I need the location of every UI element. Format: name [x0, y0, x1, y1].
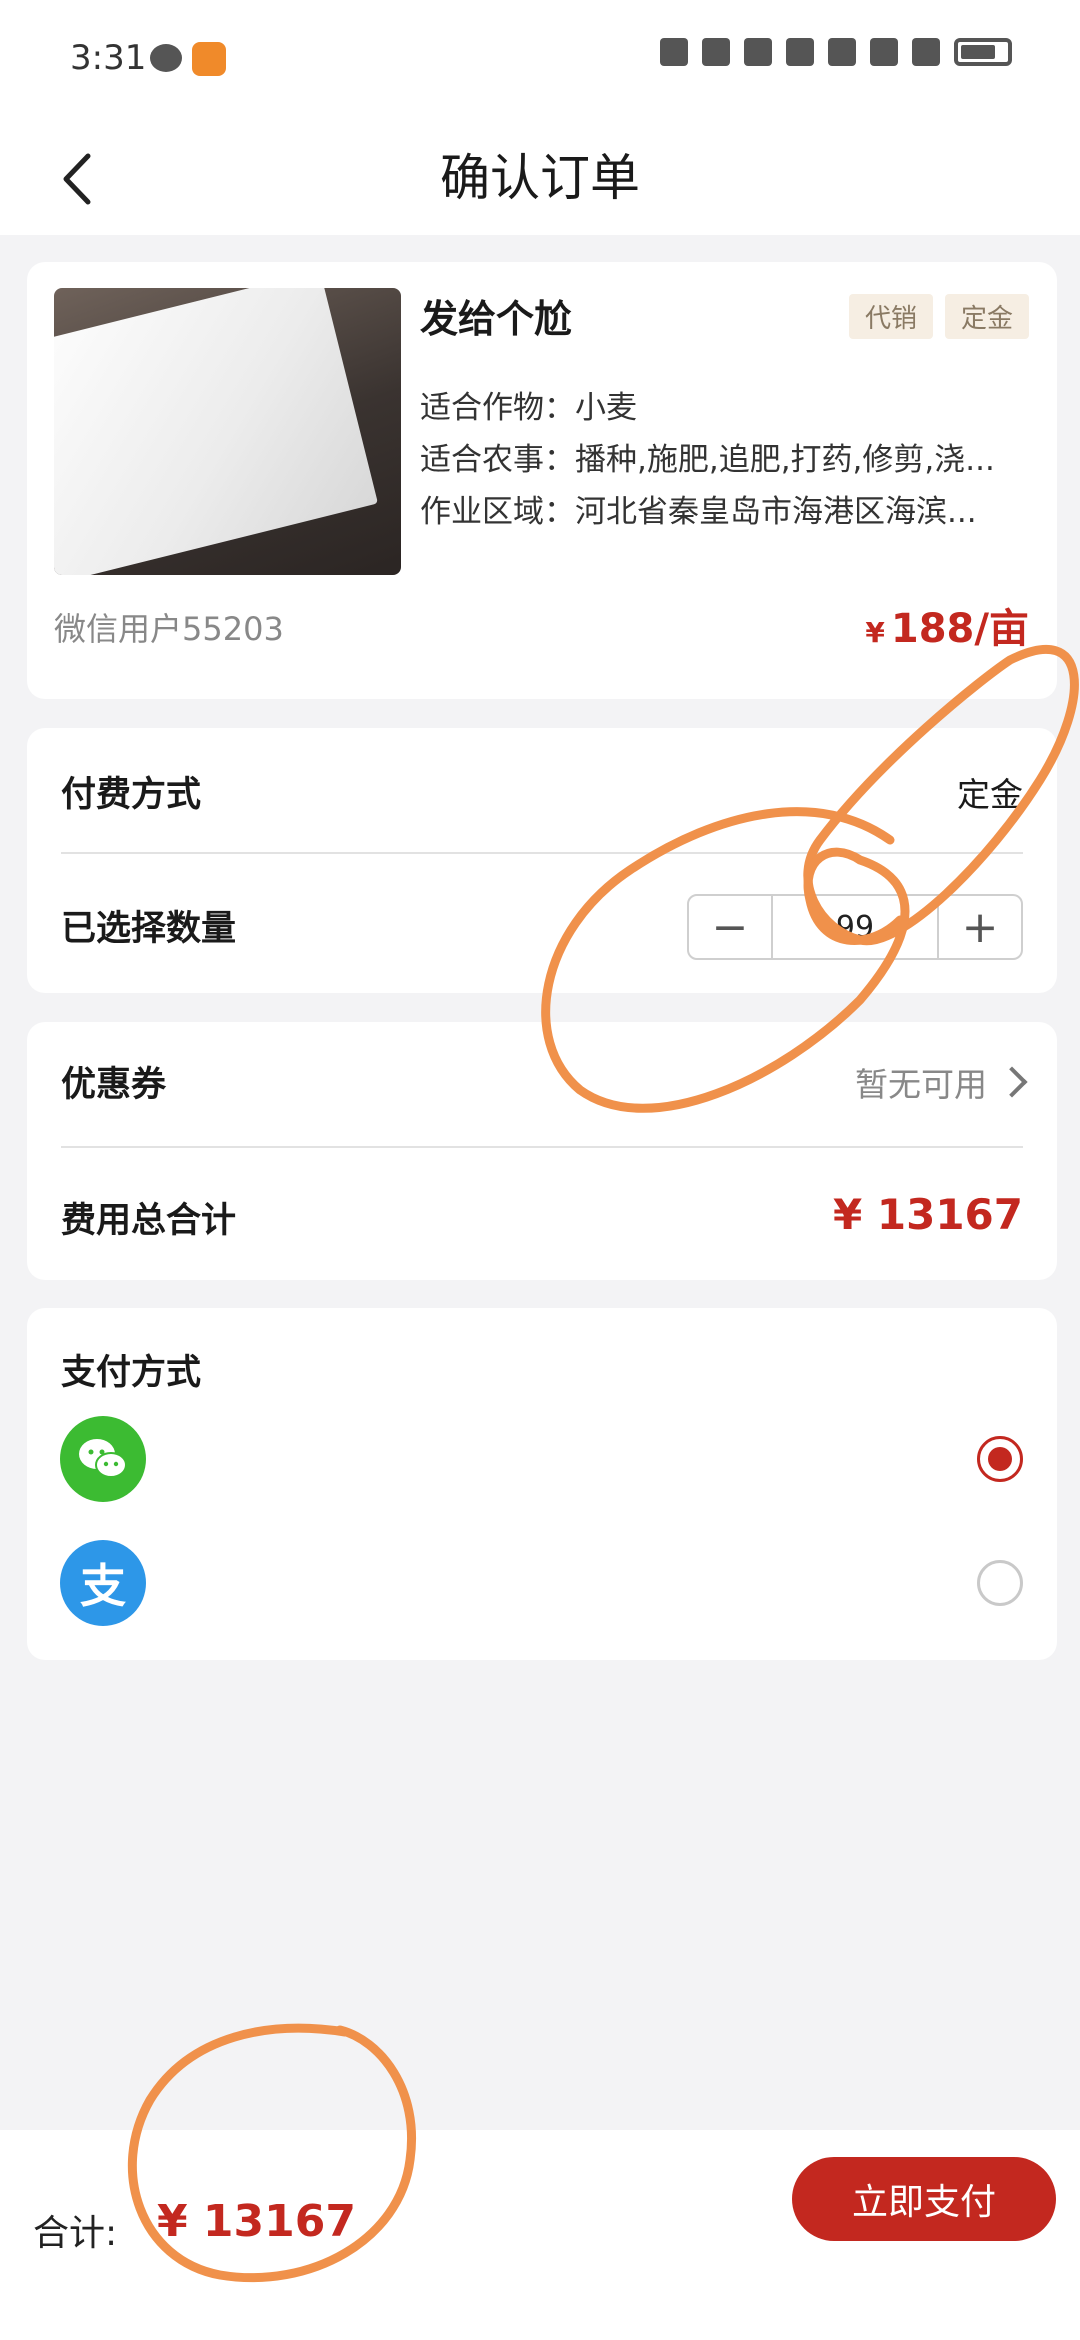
battery-icon: [954, 38, 1012, 66]
chevron-right-icon: [996, 1066, 1028, 1098]
wechat-radio[interactable]: [977, 1436, 1023, 1482]
crop-info: 适合作物：小麦: [420, 382, 1030, 427]
quantity-label: 已选择数量: [61, 909, 237, 949]
area-value: 河北省秦皇岛市海港区海滨...: [575, 494, 977, 530]
task-info: 适合农事：播种,施肥,追肥,打药,修剪,浇...: [420, 434, 1030, 479]
total-value: ¥ 13167: [833, 1190, 1023, 1239]
order-options-card: 付费方式 定金 已选择数量 − 99 +: [27, 728, 1057, 993]
quantity-stepper: − 99 +: [687, 894, 1023, 960]
signal-5g-icon: [870, 38, 898, 66]
price-value: 188/亩: [890, 606, 1029, 652]
nav-bar: 确认订单: [0, 120, 1080, 235]
payment-type-value[interactable]: 定金: [957, 768, 1023, 816]
eye-icon: [660, 38, 688, 66]
product-image: [54, 288, 401, 575]
wechat-bubbles-icon: [79, 1439, 127, 1478]
coupon-value: 暂无可用: [855, 1065, 987, 1104]
crop-value: 小麦: [575, 390, 637, 426]
crop-label: 适合作物：: [420, 390, 575, 426]
seller-name: 微信用户55203: [54, 610, 284, 648]
alipay-radio[interactable]: [977, 1560, 1023, 1606]
alipay-icon[interactable]: 支: [60, 1540, 146, 1626]
payment-method-title: 支付方式: [61, 1353, 202, 1393]
tag-consignment: 代销: [848, 294, 933, 339]
unit-price: ¥188/亩: [865, 596, 1029, 654]
quantity-input[interactable]: 99: [773, 896, 937, 958]
total-label: 费用总合计: [61, 1201, 237, 1241]
wifi-icon: [828, 38, 856, 66]
payment-type-label: 付费方式: [61, 775, 202, 815]
product-tags: 代销 定金: [848, 294, 1029, 339]
divider: [61, 852, 1023, 854]
hotspot-icon: [786, 38, 814, 66]
status-time: 3:31: [70, 38, 147, 78]
product-card[interactable]: 发给个尬 代销 定金 适合作物：小麦 适合农事：播种,施肥,追肥,打药,修剪,浇…: [27, 262, 1057, 699]
coupon-label: 优惠券: [61, 1065, 167, 1105]
payment-method-card: 支付方式 支: [27, 1308, 1057, 1660]
task-label: 适合农事：: [420, 442, 575, 478]
area-label: 作业区域：: [420, 494, 575, 530]
status-bar: 3:31: [0, 0, 1080, 120]
coupon-card: 优惠券 暂无可用 费用总合计 ¥ 13167: [27, 1022, 1057, 1280]
increase-button[interactable]: +: [937, 896, 1021, 958]
task-value: 播种,施肥,追肥,打药,修剪,浇...: [575, 442, 995, 478]
area-info: 作业区域：河北省秦皇岛市海港区海滨...: [420, 486, 1030, 531]
signal-4g-icon: [912, 38, 940, 66]
decrease-button[interactable]: −: [689, 896, 773, 958]
message-icon: [150, 44, 182, 72]
mute-icon: [744, 38, 772, 66]
sum-value: ¥ 13167: [157, 2196, 357, 2247]
coupon-selector[interactable]: 暂无可用: [855, 1058, 1028, 1106]
bottom-bar: 合计: ¥ 13167 立即支付: [0, 2130, 1080, 2340]
divider: [61, 1146, 1023, 1148]
sum-label: 合计:: [33, 2213, 118, 2254]
bluetooth-icon: [702, 38, 730, 66]
pay-now-button[interactable]: 立即支付: [792, 2157, 1056, 2241]
page-title: 确认订单: [440, 149, 640, 207]
wechat-pay-icon[interactable]: [60, 1416, 146, 1502]
status-icons: [660, 38, 1012, 66]
price-symbol: ¥: [865, 616, 885, 649]
tag-deposit: 定金: [944, 294, 1029, 339]
product-name: 发给个尬: [420, 297, 573, 341]
app-notification-icon: [192, 42, 226, 76]
alipay-glyph: 支: [80, 1559, 126, 1613]
